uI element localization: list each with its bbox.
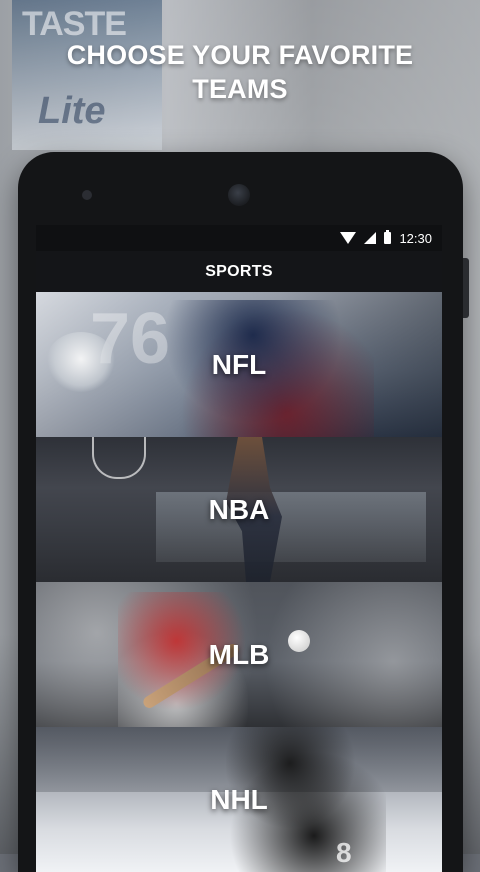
headline-text: CHOOSE YOUR FAVORITE TEAMS (66, 40, 414, 104)
mlb-ball-graphic (288, 630, 310, 652)
sport-label-mlb: MLB (208, 638, 270, 670)
sport-tile-nhl[interactable]: 8 NHL (36, 727, 442, 872)
phone-side-button (463, 258, 469, 318)
sport-label-nhl: NHL (210, 783, 268, 815)
nba-window-graphic (156, 492, 426, 562)
phone-screen: 12:30 SPORTS 76 NFL NBA MLB 8 NHL (36, 225, 442, 872)
sport-tile-nfl[interactable]: 76 NFL (36, 292, 442, 437)
app-bar: SPORTS (36, 251, 442, 292)
status-time: 12:30 (399, 230, 432, 246)
wifi-icon (340, 232, 357, 244)
sport-label-nba: NBA (208, 493, 270, 525)
battery-icon (384, 230, 392, 244)
nfl-helmet-graphic (46, 332, 116, 392)
phone-device: 12:30 SPORTS 76 NFL NBA MLB 8 NHL (18, 152, 469, 872)
nba-hoop-graphic (92, 437, 146, 479)
sport-label-nfl: NFL (211, 348, 267, 380)
nhl-jersey-number: 8 (336, 837, 352, 868)
sports-list: 76 NFL NBA MLB 8 NHL (36, 292, 442, 872)
app-bar-title: SPORTS (205, 262, 273, 280)
sport-tile-nba[interactable]: NBA (36, 437, 442, 582)
page-headline: CHOOSE YOUR FAVORITE TEAMS (0, 38, 480, 106)
sport-tile-mlb[interactable]: MLB (36, 582, 442, 727)
phone-sensor (82, 190, 92, 200)
signal-icon (364, 232, 377, 244)
phone-camera (228, 184, 250, 206)
status-bar: 12:30 (36, 225, 442, 251)
